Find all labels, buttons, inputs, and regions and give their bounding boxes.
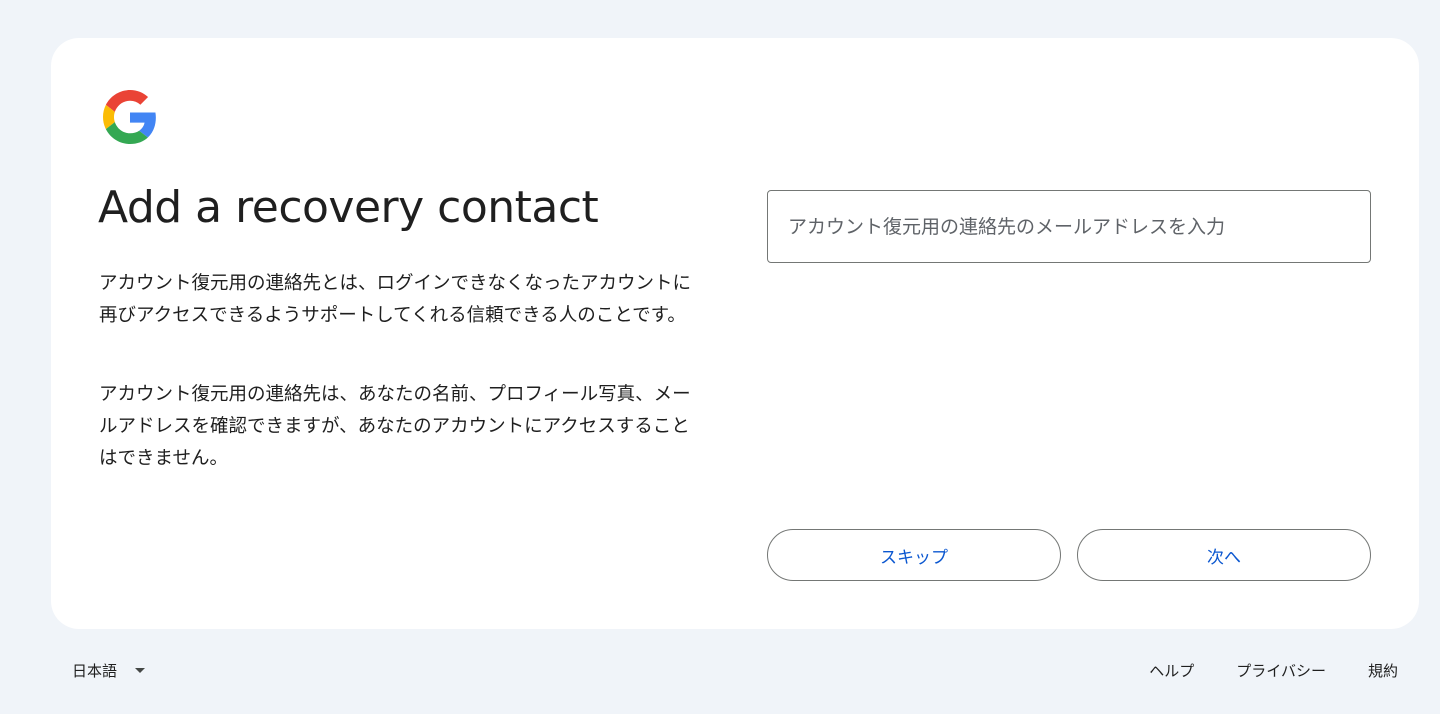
description-paragraph-1: アカウント復元用の連絡先とは、ログインできなくなったアカウントに再びアクセスでき… [99,273,692,326]
page-title: Add a recovery contact [98,182,599,233]
caret-down-icon [135,668,146,673]
description-paragraph-2: アカウント復元用の連絡先は、あなたの名前、プロフィール写真、メールアドレスを確認… [99,384,691,469]
language-label: 日本語 [72,662,118,680]
skip-button[interactable]: スキップ [767,529,1061,581]
footer-links: ヘルプ プライバシー 規約 [1149,660,1398,681]
terms-link[interactable]: 規約 [1368,660,1398,681]
google-logo-icon [103,90,156,144]
help-link[interactable]: ヘルプ [1149,660,1194,681]
privacy-link[interactable]: プライバシー [1236,660,1326,681]
recovery-email-field[interactable] [767,190,1371,263]
language-selector[interactable]: 日本語 [72,660,146,681]
recovery-card: Add a recovery contact アカウント復元用の連絡先とは、ログ… [51,38,1419,629]
next-button[interactable]: 次へ [1077,529,1371,581]
recovery-email-input[interactable] [768,191,1370,262]
